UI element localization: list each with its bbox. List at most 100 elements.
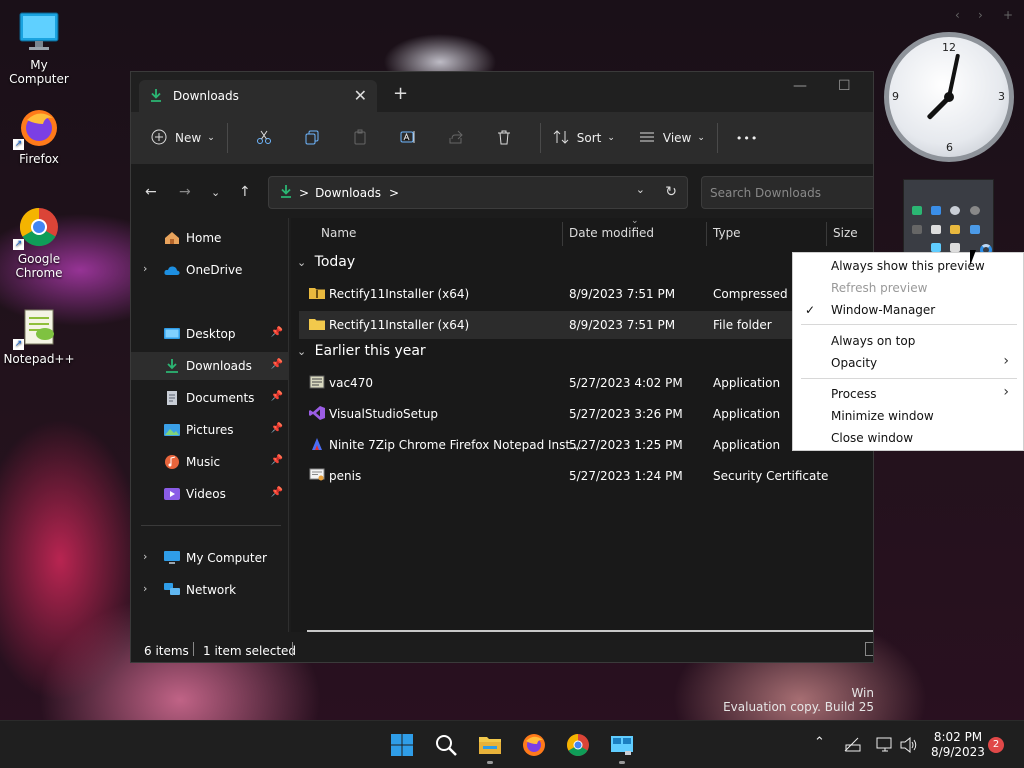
menu-item-close-window[interactable]: Close window: [831, 431, 913, 445]
desktop-icon-notepad-plus-plus[interactable]: ↗ Notepad++: [1, 304, 77, 366]
details-view-icon[interactable]: [865, 642, 873, 656]
network-disconnected-icon[interactable]: [844, 737, 862, 757]
table-row[interactable]: Ninite 7Zip Chrome Firefox Notepad Inst.…: [299, 431, 873, 459]
group-header-today[interactable]: ⌄ Today: [297, 254, 355, 270]
copy-button[interactable]: [288, 122, 336, 154]
sidebar-item-videos[interactable]: Videos 📌: [131, 480, 289, 508]
desktop-icon-google-chrome[interactable]: ↗ Google Chrome: [1, 204, 77, 280]
view-button[interactable]: View ⌄: [639, 122, 705, 154]
desktop-icon-firefox[interactable]: ↗ Firefox: [1, 104, 77, 166]
table-row[interactable]: Rectify11Installer (x64) 8/9/2023 7:51 P…: [299, 280, 873, 308]
toolbar-divider: [226, 123, 228, 153]
gadget-next-icon[interactable]: ›: [978, 8, 983, 22]
column-header-type[interactable]: Type: [713, 226, 741, 240]
sidebar-item-desktop[interactable]: Desktop 📌: [131, 320, 289, 348]
forward-arrow-icon[interactable]: →: [179, 184, 191, 200]
pin-icon[interactable]: 📌: [271, 487, 283, 498]
rename-button[interactable]: [384, 122, 432, 154]
sidebar-item-home[interactable]: Home: [131, 224, 289, 252]
taskbar-file-explorer[interactable]: [478, 733, 502, 757]
close-icon[interactable]: ✕: [354, 86, 367, 105]
back-arrow-icon[interactable]: ←: [145, 184, 157, 200]
preview-app-icon: [912, 225, 922, 234]
sidebar-item-downloads[interactable]: Downloads 📌: [131, 352, 289, 380]
window-preview-thumbnail[interactable]: [903, 179, 994, 259]
new-tab-button[interactable]: +: [393, 83, 408, 104]
column-header-size[interactable]: Size: [833, 226, 858, 240]
notification-badge[interactable]: 2: [988, 737, 1004, 753]
chevron-right-icon[interactable]: ›: [143, 582, 147, 595]
menu-item-always-on-top[interactable]: Always on top: [831, 334, 915, 348]
sidebar-item-music[interactable]: Music 📌: [131, 448, 289, 476]
taskbar-window-manager[interactable]: [610, 733, 634, 757]
start-button[interactable]: [390, 733, 414, 757]
column-header-date-modified[interactable]: Date modified: [569, 226, 654, 240]
up-arrow-icon[interactable]: ↑: [239, 184, 251, 200]
menu-item-process[interactable]: Process: [831, 387, 877, 401]
cloud-icon: [164, 263, 180, 277]
column-divider[interactable]: [826, 222, 827, 246]
column-divider[interactable]: [706, 222, 707, 246]
pin-icon[interactable]: 📌: [271, 423, 283, 434]
menu-item-minimize-window[interactable]: Minimize window: [831, 409, 934, 423]
pin-icon[interactable]: 📌: [271, 359, 283, 370]
pin-icon[interactable]: 📌: [271, 327, 283, 338]
table-row[interactable]: Rectify11Installer (x64) 8/9/2023 7:51 P…: [299, 311, 873, 339]
window-preview-context-menu: Always show this preview Refresh preview…: [792, 252, 1024, 451]
maximize-button[interactable]: ☐: [838, 78, 851, 94]
menu-item-opacity[interactable]: Opacity: [831, 356, 877, 370]
pin-icon[interactable]: 📌: [271, 391, 283, 402]
taskbar-chrome[interactable]: [566, 733, 590, 757]
column-header-name[interactable]: Name: [321, 226, 356, 240]
column-divider[interactable]: [562, 222, 563, 246]
title-bar: Downloads ✕ + — ☐: [131, 72, 873, 112]
sidebar-item-pictures[interactable]: Pictures 📌: [131, 416, 289, 444]
submenu-arrow-icon: ›: [1003, 353, 1009, 369]
search-button[interactable]: [434, 733, 458, 757]
cut-button[interactable]: [240, 122, 288, 154]
clock-date-button[interactable]: 8:02 PM 8/9/2023: [930, 730, 986, 760]
shortcut-arrow-icon: ↗: [13, 139, 24, 150]
volume-icon[interactable]: [900, 736, 918, 757]
display-icon[interactable]: [876, 737, 894, 757]
refresh-icon[interactable]: ↻: [665, 184, 677, 200]
sidebar-item-network[interactable]: › Network: [131, 576, 289, 604]
document-icon: [164, 391, 180, 405]
group-header-earlier-this-year[interactable]: ⌄ Earlier this year: [297, 343, 426, 359]
show-hidden-icons-chevron-icon[interactable]: ⌃: [814, 735, 825, 750]
sort-button[interactable]: Sort ⌄: [553, 122, 615, 154]
share-button[interactable]: [432, 122, 480, 154]
preview-app-icon: [912, 206, 922, 215]
gadget-previous-icon[interactable]: ‹: [955, 8, 960, 22]
address-dropdown-chevron-icon[interactable]: ⌄: [636, 183, 645, 196]
recent-locations-chevron-icon[interactable]: ⌄: [211, 186, 220, 199]
preview-app-icon: [950, 243, 960, 252]
sidebar-item-onedrive[interactable]: › OneDrive: [131, 256, 289, 284]
table-row[interactable]: VisualStudioSetup 5/27/2023 3:26 PM Appl…: [299, 400, 873, 428]
clock-gadget[interactable]: 12 3 6 9: [884, 32, 1014, 162]
new-button[interactable]: New ⌄: [151, 122, 215, 154]
breadcrumb-downloads[interactable]: Downloads: [315, 186, 381, 200]
more-options-button[interactable]: •••: [736, 122, 758, 154]
search-input[interactable]: Search Downloads: [701, 176, 873, 209]
taskbar-firefox[interactable]: [522, 733, 546, 757]
menu-item-window-manager[interactable]: Window-Manager: [831, 303, 935, 317]
tab-downloads[interactable]: Downloads ✕: [139, 80, 377, 112]
sidebar-item-documents[interactable]: Documents 📌: [131, 384, 289, 412]
minimize-button[interactable]: —: [793, 78, 807, 94]
sidebar-item-my-computer[interactable]: › My Computer: [131, 544, 289, 572]
clock-minute-hand: [947, 53, 961, 98]
chevron-right-icon[interactable]: ›: [143, 262, 147, 275]
chevron-right-icon[interactable]: ›: [143, 550, 147, 563]
address-box[interactable]: > Downloads > ⌄ ↻: [268, 176, 688, 209]
pin-icon[interactable]: 📌: [271, 455, 283, 466]
table-row[interactable]: vac470 5/27/2023 4:02 PM Application: [299, 369, 873, 397]
status-divider: [292, 642, 293, 656]
delete-button[interactable]: [480, 122, 528, 154]
table-row[interactable]: penis 5/27/2023 1:24 PM Security Certifi…: [299, 462, 873, 490]
menu-item-always-show-preview[interactable]: Always show this preview: [831, 259, 985, 273]
chevron-down-icon: ⌄: [607, 133, 615, 143]
gadget-add-icon[interactable]: +: [1003, 8, 1013, 22]
desktop-icon-my-computer[interactable]: My Computer: [1, 10, 77, 86]
paste-button[interactable]: [336, 122, 384, 154]
